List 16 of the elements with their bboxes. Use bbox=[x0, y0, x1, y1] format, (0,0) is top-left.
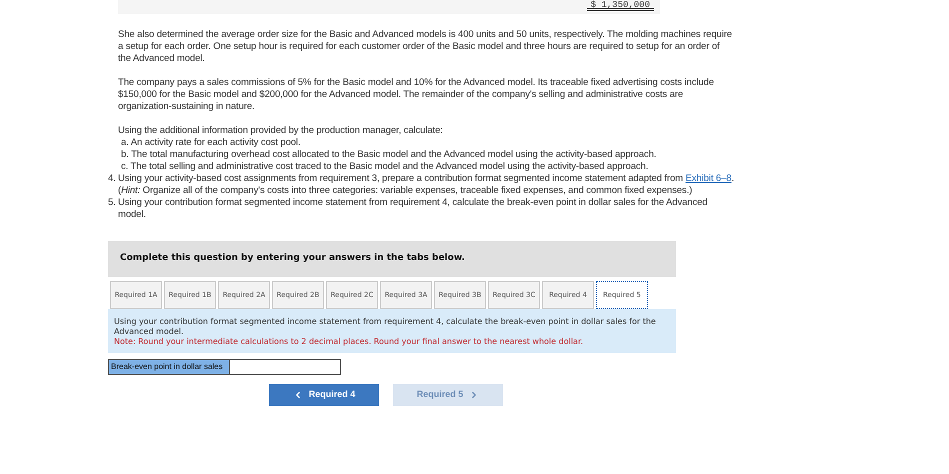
total-amount: $ 1,350,000 bbox=[586, 0, 654, 11]
sub-requirement: c. The total selling and administrative cost traced to the Basic model and the Advanced model using the activity-based approach. bbox=[121, 161, 650, 173]
sub-requirement: a. An activity rate for each activity cost pool. bbox=[121, 137, 302, 149]
requirement-text: Using your contribution format segmented income statement from requirement 4, calculate the break-even point in dollar sales for the Advanced model. bbox=[118, 197, 708, 221]
requirement-text: Using the additional information provided by the production manager, calculate: bbox=[118, 125, 444, 137]
note-text: Note: Round your intermediate calculations to 2 decimal places. Round your final answer to the nearest whole dollar. bbox=[114, 337, 584, 347]
instructions-text: Using your contribution format segmented income statement from requirement 4, calculate the break-even point in dollar sales for the Advanced model. bbox=[114, 317, 657, 337]
list-number: 5. bbox=[108, 197, 116, 208]
requirement-text: Using your activity-based cost assignments from requirement 3, prepare a contribution format segmented income statement adapted from Exhibit 6–8. (Hint: Organize all of the company's costs into three categories: variable expenses, traceable fixed expenses, and common fixed expenses.) bbox=[118, 173, 734, 197]
list-number: 4. bbox=[108, 173, 116, 184]
sub-requirement: b. The total manufacturing overhead cost allocated to the Basic model and the Advanced model using the activity-based approach. bbox=[121, 149, 658, 161]
exhibit-link[interactable]: Exhibit 6–8 bbox=[686, 173, 732, 184]
paragraph: She also determined the average order size for the Basic and Advanced models is 400 units and 50 units, respectively. The molding machines require a setup for each order. One setup hour is required for each customer order of the Basic model and three hours are required to setup for an order of the Advanced model. bbox=[118, 29, 733, 65]
paragraph: The company pays a sales commissions of 5% for the Basic model and 10% for the Advanced model. Its traceable fixed advertising costs include $150,000 for the Basic model and $200,000 for the Advanced model. The remainder of the company's selling and administrative costs are organization-sustaining in nature. bbox=[118, 77, 715, 113]
question-header: Complete this question by entering your answers in the tabs below. bbox=[108, 241, 676, 277]
previous-button[interactable]: Required 4 bbox=[269, 384, 379, 406]
